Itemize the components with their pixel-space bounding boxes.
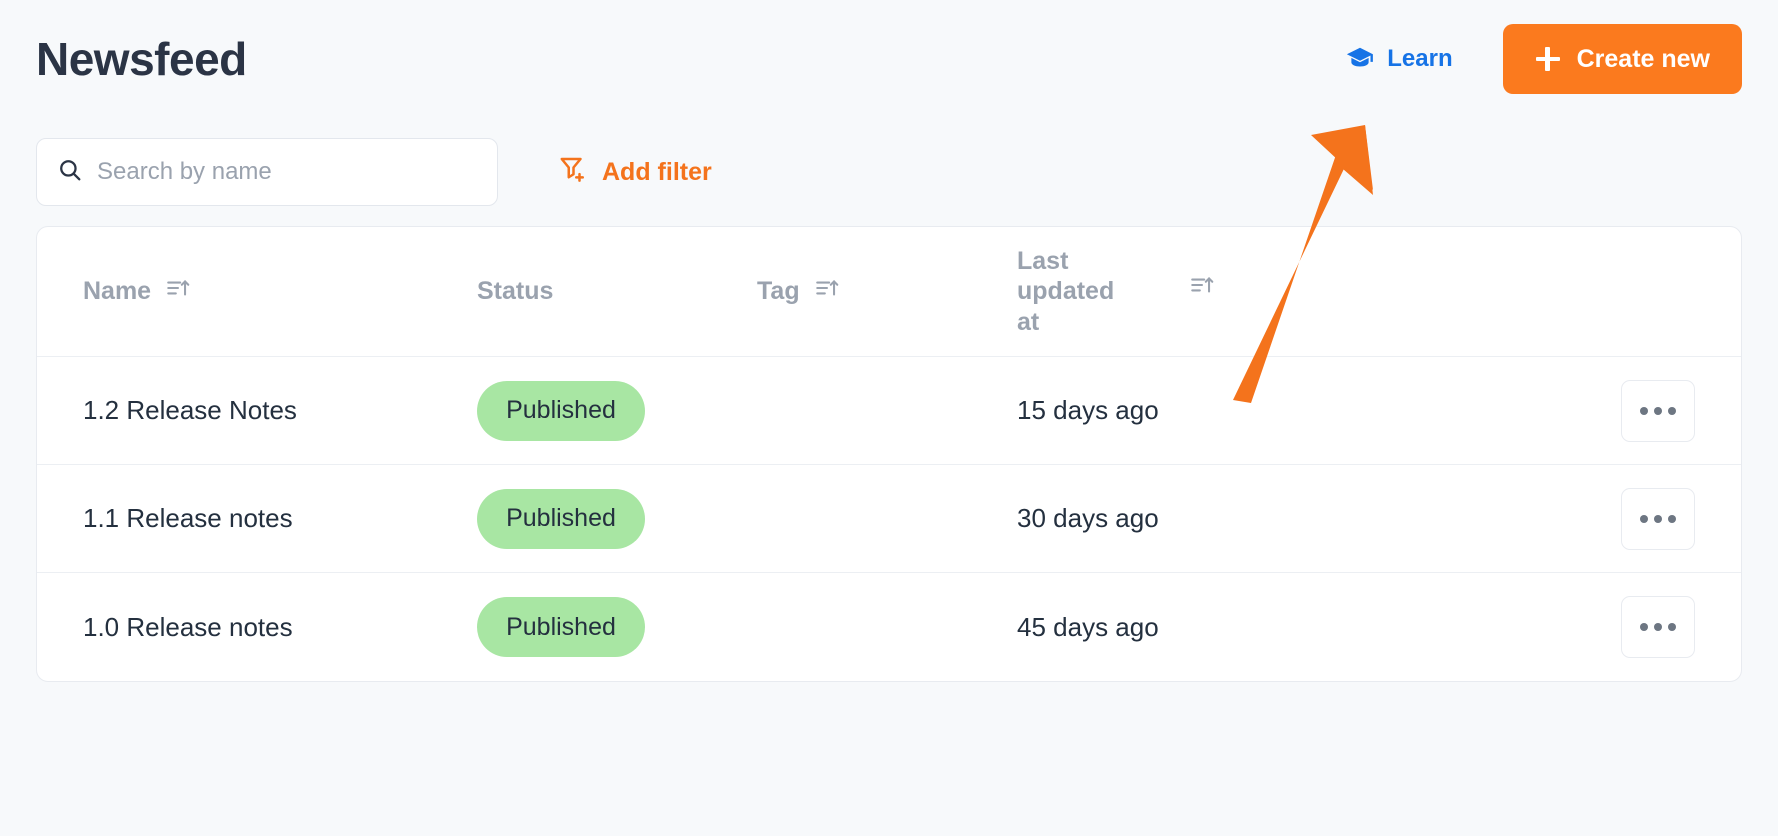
row-status: Published [477,381,757,441]
row-name: 1.1 Release notes [37,503,477,534]
graduation-cap-icon [1345,44,1375,74]
table-row[interactable]: 1.2 Release Notes Published 15 days ago [37,357,1741,465]
status-badge: Published [477,597,645,657]
row-last-updated: 45 days ago [1017,612,1417,643]
newsfeed-page: Newsfeed Learn Create new [0,0,1778,836]
column-label: Name [83,277,151,306]
row-status: Published [477,489,757,549]
row-actions [1417,380,1741,442]
row-name: 1.2 Release Notes [37,395,477,426]
column-header-status: Status [477,277,757,306]
table-row[interactable]: 1.1 Release notes Published 30 days ago [37,465,1741,573]
filter-toolbar: Add filter [32,118,1746,226]
kebab-menu-icon[interactable] [1621,380,1695,442]
row-last-updated: 30 days ago [1017,503,1417,534]
sort-ascending-icon[interactable] [165,275,191,308]
row-actions [1417,596,1741,658]
status-badge: Published [477,489,645,549]
row-last-updated: 15 days ago [1017,395,1417,426]
status-badge: Published [477,381,645,441]
add-filter-button[interactable]: Add filter [558,154,712,191]
column-header-name[interactable]: Name [37,275,477,308]
page-header: Newsfeed Learn Create new [32,0,1746,118]
sort-ascending-icon[interactable] [1189,272,1215,305]
plus-icon [1535,46,1561,72]
filter-plus-icon [558,154,588,191]
add-filter-label: Add filter [602,158,712,187]
column-label: Last updated at [1017,246,1137,338]
sort-ascending-icon[interactable] [814,275,840,308]
column-label: Status [477,277,553,306]
page-title: Newsfeed [36,36,247,82]
column-header-last-updated-at[interactable]: Last updated at [1017,246,1417,338]
search-input[interactable] [97,158,477,186]
column-header-tag[interactable]: Tag [757,275,1017,308]
table-header-row: Name Status Tag [37,227,1741,357]
table-row[interactable]: 1.0 Release notes Published 45 days ago [37,573,1741,681]
row-status: Published [477,597,757,657]
header-actions: Learn Create new [1345,24,1742,94]
create-new-label: Create new [1577,45,1710,74]
row-name: 1.0 Release notes [37,612,477,643]
learn-link[interactable]: Learn [1345,44,1452,74]
learn-label: Learn [1387,45,1452,73]
kebab-menu-icon[interactable] [1621,488,1695,550]
search-icon [57,157,83,188]
search-box[interactable] [36,138,498,206]
newsfeed-table: Name Status Tag [36,226,1742,682]
column-label: Tag [757,277,800,306]
create-new-button[interactable]: Create new [1503,24,1742,94]
row-actions [1417,488,1741,550]
kebab-menu-icon[interactable] [1621,596,1695,658]
